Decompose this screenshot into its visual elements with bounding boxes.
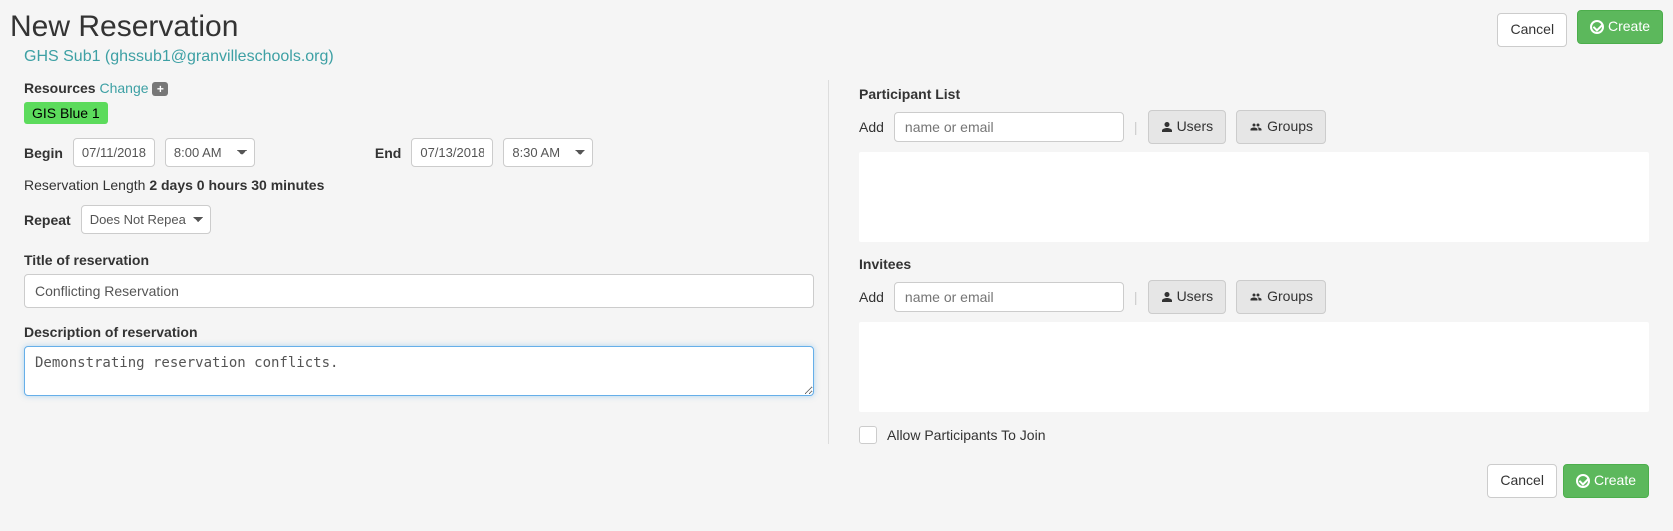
divider: | — [1134, 289, 1138, 305]
end-time-select[interactable]: 8:30 AM — [503, 138, 593, 167]
check-circle-icon — [1590, 20, 1604, 34]
participant-name-input[interactable] — [894, 112, 1124, 142]
groups-button-label: Groups — [1267, 117, 1313, 137]
description-field-label: Description of reservation — [24, 324, 814, 340]
divider: | — [1134, 119, 1138, 135]
create-button-label: Create — [1594, 471, 1636, 491]
description-textarea[interactable]: Demonstrating reservation conflicts. — [24, 346, 814, 396]
repeat-select[interactable]: Does Not Repeat — [81, 205, 211, 234]
end-label: End — [375, 145, 401, 161]
begin-date-input[interactable] — [73, 138, 155, 167]
resource-tag[interactable]: GIS Blue 1 — [24, 102, 108, 124]
invitee-users-button[interactable]: Users — [1148, 280, 1227, 314]
title-field-label: Title of reservation — [24, 252, 814, 268]
users-button-label: Users — [1177, 287, 1214, 307]
participant-add-label: Add — [859, 119, 884, 135]
group-icon — [1249, 121, 1263, 133]
create-button[interactable]: Create — [1577, 10, 1663, 44]
repeat-label: Repeat — [24, 212, 71, 228]
begin-label: Begin — [24, 145, 63, 161]
create-button-label: Create — [1608, 17, 1650, 37]
create-button-bottom[interactable]: Create — [1563, 464, 1649, 498]
invitee-groups-button[interactable]: Groups — [1236, 280, 1326, 314]
participant-users-button[interactable]: Users — [1148, 110, 1227, 144]
change-resources-link[interactable]: Change — [99, 80, 148, 96]
groups-button-label: Groups — [1267, 287, 1313, 307]
right-column: Participant List Add | Users Groups Invi… — [859, 80, 1663, 444]
cancel-button-bottom[interactable]: Cancel — [1487, 464, 1557, 498]
cancel-button[interactable]: Cancel — [1497, 13, 1567, 47]
plus-icon[interactable]: + — [152, 82, 168, 96]
owner-link[interactable]: GHS Sub1 (ghssub1@granvilleschools.org) — [24, 48, 334, 66]
page-title: New Reservation — [10, 10, 238, 44]
bottom-action-buttons: Cancel Create — [10, 464, 1663, 498]
end-date-input[interactable] — [411, 138, 493, 167]
invitees-heading: Invitees — [859, 256, 1649, 272]
begin-time-select[interactable]: 8:00 AM — [165, 138, 255, 167]
participant-list-box — [859, 152, 1649, 242]
length-label: Reservation Length — [24, 177, 145, 193]
participant-list-heading: Participant List — [859, 86, 1649, 102]
invitee-name-input[interactable] — [894, 282, 1124, 312]
check-circle-icon — [1576, 474, 1590, 488]
left-column: Resources Change + GIS Blue 1 Begin 8:00… — [10, 80, 829, 444]
invitee-list-box — [859, 322, 1649, 412]
length-value: 2 days 0 hours 30 minutes — [149, 177, 324, 193]
user-icon — [1161, 121, 1173, 133]
user-icon — [1161, 291, 1173, 303]
allow-join-checkbox[interactable] — [859, 426, 877, 444]
group-icon — [1249, 291, 1263, 303]
top-action-buttons: Cancel Create — [1497, 10, 1663, 47]
allow-join-label: Allow Participants To Join — [887, 427, 1045, 443]
participant-groups-button[interactable]: Groups — [1236, 110, 1326, 144]
title-input[interactable] — [24, 274, 814, 308]
users-button-label: Users — [1177, 117, 1214, 137]
resources-label: Resources — [24, 80, 96, 96]
invitee-add-label: Add — [859, 289, 884, 305]
